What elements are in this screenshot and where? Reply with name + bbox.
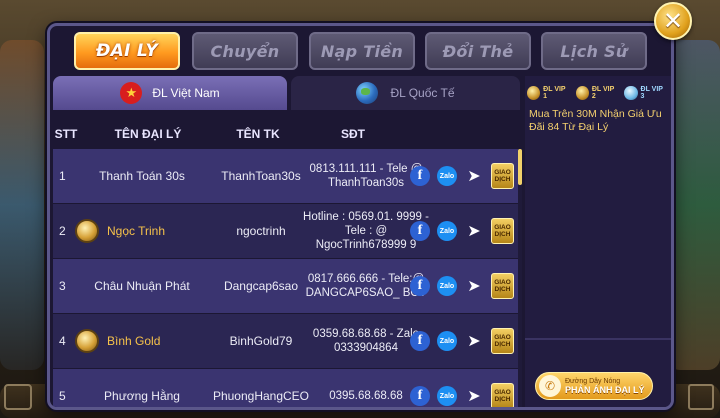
row-stt: 3 <box>59 279 66 293</box>
table-row: 2 Ngọc Trinh ngoctrinh Hotline : 0569.01… <box>53 204 520 258</box>
row-stt: 1 <box>59 169 66 183</box>
vip-label: ĐL VIP 2 <box>591 86 615 100</box>
background-left-art <box>0 40 44 370</box>
facebook-icon[interactable]: f <box>410 331 430 351</box>
telegram-icon[interactable]: ➤ <box>464 331 484 351</box>
tab-doi-the[interactable]: Đổi Thẻ <box>425 32 531 70</box>
hotline-text: Đường Dây Nóng PHẢN ÁNH ĐẠI LÝ <box>565 378 645 395</box>
tab-chuyen[interactable]: Chuyển <box>192 32 298 70</box>
zalo-icon[interactable]: Zalo <box>437 386 457 406</box>
scrollbar-thumb[interactable] <box>518 149 522 185</box>
table-header: STT TÊN ĐẠI LÝ TÊN TK SĐT <box>53 116 520 152</box>
vip-level-3: ĐL VIP 3 <box>624 86 667 100</box>
vip-badge-icon <box>624 86 638 100</box>
agent-list-area: ★ ĐL Việt Nam ĐL Quốc Tế STT TÊN ĐẠI LÝ … <box>53 76 520 407</box>
divider <box>525 338 671 340</box>
row-agent-name: Bình Gold <box>107 334 161 348</box>
giao-dich-button[interactable]: GIAO DỊCH <box>491 218 514 244</box>
telegram-icon[interactable]: ➤ <box>464 166 484 186</box>
table-row: 1 Thanh Toán 30s ThanhToan30s 0813.111.1… <box>53 149 520 203</box>
hotline-big-label: PHẢN ÁNH ĐẠI LÝ <box>565 384 645 395</box>
vietnam-flag-icon: ★ <box>120 82 143 104</box>
close-button[interactable]: ✕ <box>654 2 692 40</box>
vip-levels: ĐL VIP 1 ĐL VIP 2 ĐL VIP 3 <box>527 80 671 106</box>
region-tab-label: ĐL Quốc Tế <box>390 86 455 100</box>
region-tab-label: ĐL Việt Nam <box>152 86 220 100</box>
vip-label: ĐL VIP 1 <box>543 86 566 100</box>
background-right-art <box>668 40 720 370</box>
vip-badge-icon <box>527 86 541 100</box>
facebook-icon[interactable]: f <box>410 221 430 241</box>
zalo-icon[interactable]: Zalo <box>437 276 457 296</box>
header-sdt: SĐT <box>341 127 365 141</box>
zalo-icon[interactable]: Zalo <box>437 221 457 241</box>
table-row: 4 Bình Gold BinhGold79 0359.68.68.68 - Z… <box>53 314 520 368</box>
agent-table-body: 1 Thanh Toán 30s ThanhToan30s 0813.111.1… <box>53 149 520 407</box>
agent-dialog: ĐẠI LÝ Chuyển Nạp Tiền Đổi Thẻ Lịch Sử ★… <box>47 23 674 410</box>
vip-level-1: ĐL VIP 1 <box>527 86 570 100</box>
facebook-icon[interactable]: f <box>410 166 430 186</box>
row-actions: f Zalo ➤ GIAO DỊCH <box>410 314 515 368</box>
vip-badge-icon <box>575 86 589 100</box>
facebook-icon[interactable]: f <box>410 386 430 406</box>
row-actions: f Zalo ➤ GIAO DỊCH <box>410 149 515 203</box>
row-agent-name: Ngọc Trinh <box>107 224 166 238</box>
row-actions: f Zalo ➤ GIAO DỊCH <box>410 204 515 258</box>
row-agent-name: Phương Hằng <box>104 389 180 403</box>
promo-text: Mua Trên 30M Nhận Giá Ưu Đãi 84 Từ Đại L… <box>529 108 662 133</box>
giao-dich-button[interactable]: GIAO DỊCH <box>491 383 514 407</box>
giao-dich-button[interactable]: GIAO DỊCH <box>491 328 514 354</box>
vip-label: ĐL VIP 3 <box>640 86 663 100</box>
giao-dich-button[interactable]: GIAO DỊCH <box>491 163 514 189</box>
table-row: 5 Phương Hằng PhuongHangCEO 0395.68.68.6… <box>53 369 520 407</box>
zalo-icon[interactable]: Zalo <box>437 166 457 186</box>
telegram-icon[interactable]: ➤ <box>464 221 484 241</box>
region-tabs: ★ ĐL Việt Nam ĐL Quốc Tế <box>53 76 520 110</box>
hotline-button[interactable]: ✆ Đường Dây Nóng PHẢN ÁNH ĐẠI LÝ <box>535 372 653 400</box>
row-agent-name: Châu Nhuận Phát <box>94 279 190 293</box>
header-name: TÊN ĐẠI LÝ <box>114 127 182 141</box>
header-tk: TÊN TK <box>236 127 280 141</box>
row-actions: f Zalo ➤ GIAO DỊCH <box>410 259 515 313</box>
scrollbar-track[interactable] <box>518 149 522 407</box>
hotline-small-label: Đường Dây Nóng <box>565 377 621 385</box>
vip-info-panel: ĐL VIP 1 ĐL VIP 2 ĐL VIP 3 Mua Trên 30M … <box>525 76 671 407</box>
globe-icon <box>356 82 379 104</box>
telegram-icon[interactable]: ➤ <box>464 276 484 296</box>
region-tab-international[interactable]: ĐL Quốc Tế <box>291 76 520 110</box>
vip-level-2: ĐL VIP 2 <box>575 86 619 100</box>
mailbox-icon <box>688 384 714 410</box>
header-stt: STT <box>54 127 78 141</box>
table-row: 3 Châu Nhuận Phát Dangcap6sao 0817.666.6… <box>53 259 520 313</box>
tab-lich-su[interactable]: Lịch Sử <box>541 32 647 70</box>
region-tab-vietnam[interactable]: ★ ĐL Việt Nam <box>53 76 287 110</box>
facebook-icon[interactable]: f <box>410 276 430 296</box>
phone-icon: ✆ <box>539 375 561 397</box>
giao-dich-button[interactable]: GIAO DỊCH <box>491 273 514 299</box>
row-actions: f Zalo ➤ GIAO DỊCH <box>410 369 515 407</box>
gift-icon <box>4 384 32 410</box>
telegram-icon[interactable]: ➤ <box>464 386 484 406</box>
tab-nap-tien[interactable]: Nạp Tiền <box>309 32 415 70</box>
zalo-icon[interactable]: Zalo <box>437 331 457 351</box>
row-stt: 5 <box>59 389 66 403</box>
tab-dai-ly[interactable]: ĐẠI LÝ <box>74 32 180 70</box>
row-agent-name: Thanh Toán 30s <box>99 169 185 183</box>
